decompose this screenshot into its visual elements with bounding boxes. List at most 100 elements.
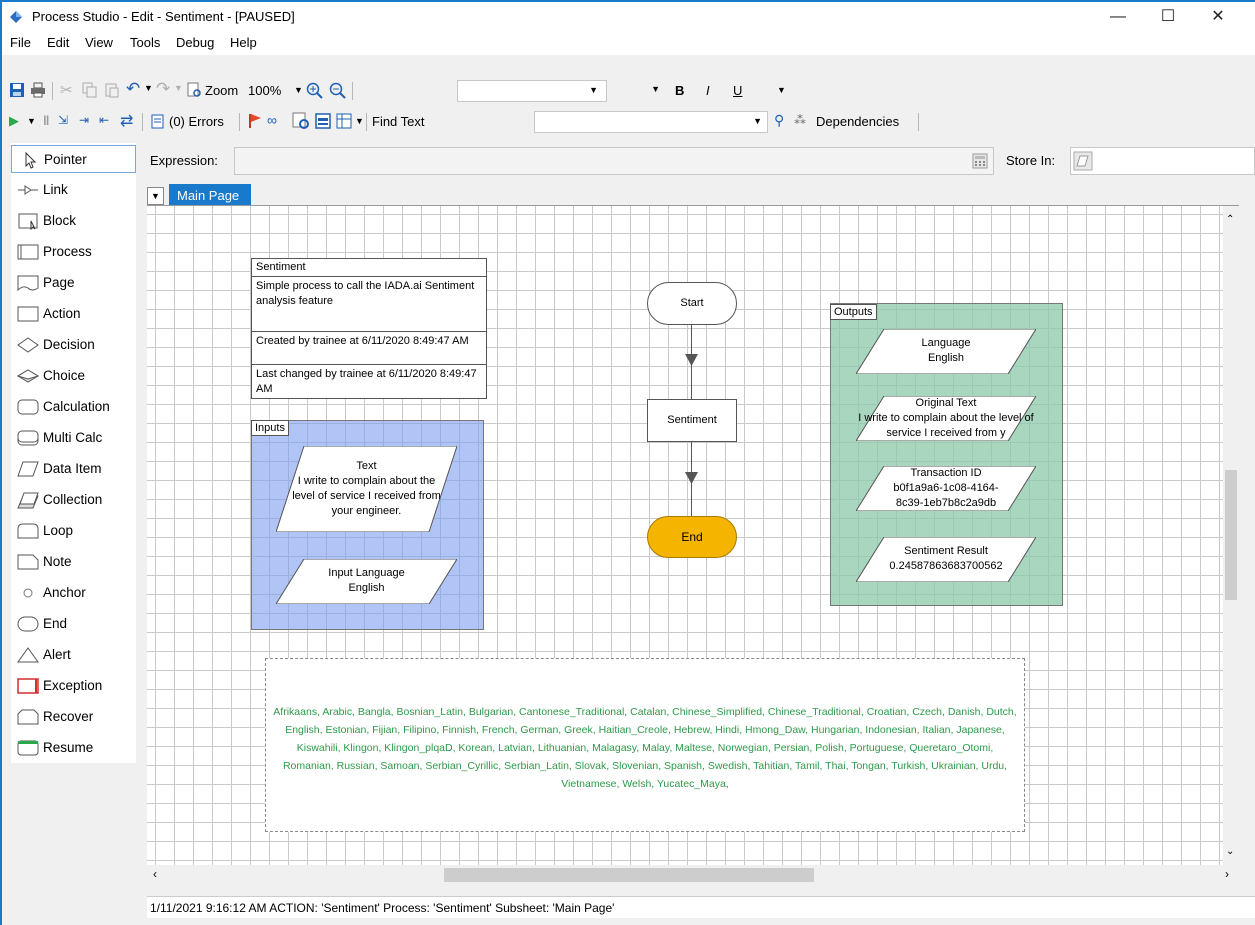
page-list-dropdown[interactable]: ▼ [147,187,164,205]
run-icon[interactable]: ▶ [9,113,19,129]
link-arrow-icon [685,472,698,484]
paste-icon[interactable] [104,82,120,98]
color-dropdown-icon[interactable]: ▼ [777,85,786,95]
original-text-data-item[interactable]: Original Text I write to complain about … [856,396,1036,441]
end-icon [17,616,39,632]
link-icon [18,185,38,195]
output-language-data-item[interactable]: Language English [856,329,1036,374]
process-studio-window: Process Studio - Edit - Sentiment - [PAU… [1,0,1255,925]
tool-data-item[interactable]: Data Item [11,455,136,483]
start-stage[interactable]: Start [647,282,737,325]
languages-note[interactable]: Afrikaans, Arabic, Bangla, Bosnian_Latin… [265,658,1025,832]
expression-input[interactable] [234,147,994,175]
undo-dropdown-icon[interactable]: ▼ [144,83,153,93]
font-size-combo[interactable]: ▼ [612,80,668,102]
tool-note[interactable]: Note [11,548,136,576]
tool-action[interactable]: Action [11,300,136,328]
undo-icon[interactable]: ↶ [126,79,140,99]
process-info-stage[interactable]: Sentiment Simple process to call the IAD… [251,258,487,399]
end-stage[interactable]: End [647,516,737,558]
tool-pointer[interactable]: Pointer [11,145,136,173]
dependencies-button[interactable]: Dependencies [816,114,899,129]
tool-resume[interactable]: Resume [11,734,136,762]
errors-button[interactable]: (0) Errors [169,114,224,129]
validate-icon[interactable] [292,112,310,130]
tool-alert[interactable]: Alert [11,641,136,669]
menu-view[interactable]: View [85,35,113,50]
print-icon[interactable] [30,82,46,98]
menu-help[interactable]: Help [230,35,257,50]
maximize-button[interactable]: ☐ [1148,6,1188,28]
cut-icon[interactable]: ✂ [60,81,73,99]
sentiment-action-stage[interactable]: Sentiment [647,399,737,442]
tool-recover[interactable]: Recover [11,703,136,731]
underline-button[interactable]: U [733,83,742,98]
tool-process[interactable]: Process [11,238,136,266]
close-button[interactable]: ✕ [1198,6,1238,28]
pause-icon[interactable]: ‖ [43,113,49,128]
vertical-scroll-thumb[interactable] [1225,470,1237,600]
calculator-icon[interactable] [972,153,988,169]
dependencies-icon: ⁂ [794,113,806,127]
tab-main-page[interactable]: Main Page [169,184,251,206]
scroll-right-icon[interactable]: › [1225,867,1229,881]
find-text-input[interactable]: ▼ [534,111,768,133]
menu-edit[interactable]: Edit [47,35,69,50]
input-text-name: Text [356,460,377,472]
tool-label: Loop [43,523,74,538]
tool-multi-calc[interactable]: Multi Calc [11,424,136,452]
horizontal-scrollbar[interactable]: ‹ › [147,865,1239,885]
italic-button[interactable]: I [706,83,710,98]
tool-anchor[interactable]: Anchor [11,579,136,607]
tool-link[interactable]: Link [11,176,136,204]
tool-collection[interactable]: Collection [11,486,136,514]
data-item-lookup-icon[interactable] [1073,151,1093,171]
reset-icon[interactable]: ⇄ [120,111,133,131]
bold-button[interactable]: B [675,83,684,98]
menu-debug[interactable]: Debug [176,35,214,50]
diagram-canvas[interactable]: Sentiment Simple process to call the IAD… [147,205,1239,865]
binoculars-icon[interactable]: ⚲ [774,112,784,129]
zoom-dropdown-icon[interactable]: ▼ [294,85,303,95]
menu-file[interactable]: File [10,35,31,50]
redo-icon[interactable]: ↷ [156,79,170,99]
scroll-up-icon[interactable]: ⌃ [1226,214,1234,225]
horizontal-scroll-thumb[interactable] [444,868,814,882]
font-name-combo[interactable]: ▼ [457,80,607,102]
zoom-out-icon[interactable] [329,82,347,100]
layout-icon[interactable] [336,113,352,129]
store-in-input[interactable] [1070,147,1255,175]
transaction-id-data-item[interactable]: Transaction ID b0f1a9a6-1c08-4164-8c39-1… [856,466,1036,511]
step-over-icon[interactable]: ⇥ [79,113,89,127]
action-icon [17,306,39,322]
redo-dropdown-icon[interactable]: ▼ [174,83,183,93]
tool-page[interactable]: Page [11,269,136,297]
save-icon[interactable] [9,82,25,98]
input-language-data-item[interactable]: Input Language English [276,559,457,604]
tool-exception[interactable]: Exception [11,672,136,700]
input-text-data-item[interactable]: Text I write to complain about the level… [276,446,457,532]
zoom-value-select[interactable]: 100% [248,83,281,98]
data-items-icon[interactable] [315,113,331,129]
layout-dropdown-icon[interactable]: ▼ [355,116,364,126]
tool-choice[interactable]: Choice [11,362,136,390]
menu-tools[interactable]: Tools [130,35,160,50]
vertical-scrollbar[interactable]: ⌃ ⌄ [1223,206,1239,865]
tool-decision[interactable]: Decision [11,331,136,359]
scroll-left-icon[interactable]: ‹ [153,867,157,881]
tool-block[interactable]: Block [11,207,136,235]
scroll-down-icon[interactable]: ⌄ [1226,846,1234,857]
minimize-button[interactable]: — [1098,6,1138,28]
tool-loop[interactable]: Loop [11,517,136,545]
tool-end[interactable]: End [11,610,136,638]
watch-icon[interactable]: ∞ [267,112,277,128]
step-out-icon[interactable]: ⇤ [99,113,109,127]
tool-label: Action [43,306,81,321]
copy-icon[interactable] [82,82,98,98]
zoom-in-icon[interactable] [306,82,324,100]
tool-calculation[interactable]: Calculation [11,393,136,421]
run-dropdown-icon[interactable]: ▼ [27,116,36,126]
breakpoint-flag-icon[interactable] [248,113,262,129]
sentiment-result-data-item[interactable]: Sentiment Result 0.24587863683700562 [856,537,1036,582]
step-icon[interactable]: ⇲ [58,113,68,127]
